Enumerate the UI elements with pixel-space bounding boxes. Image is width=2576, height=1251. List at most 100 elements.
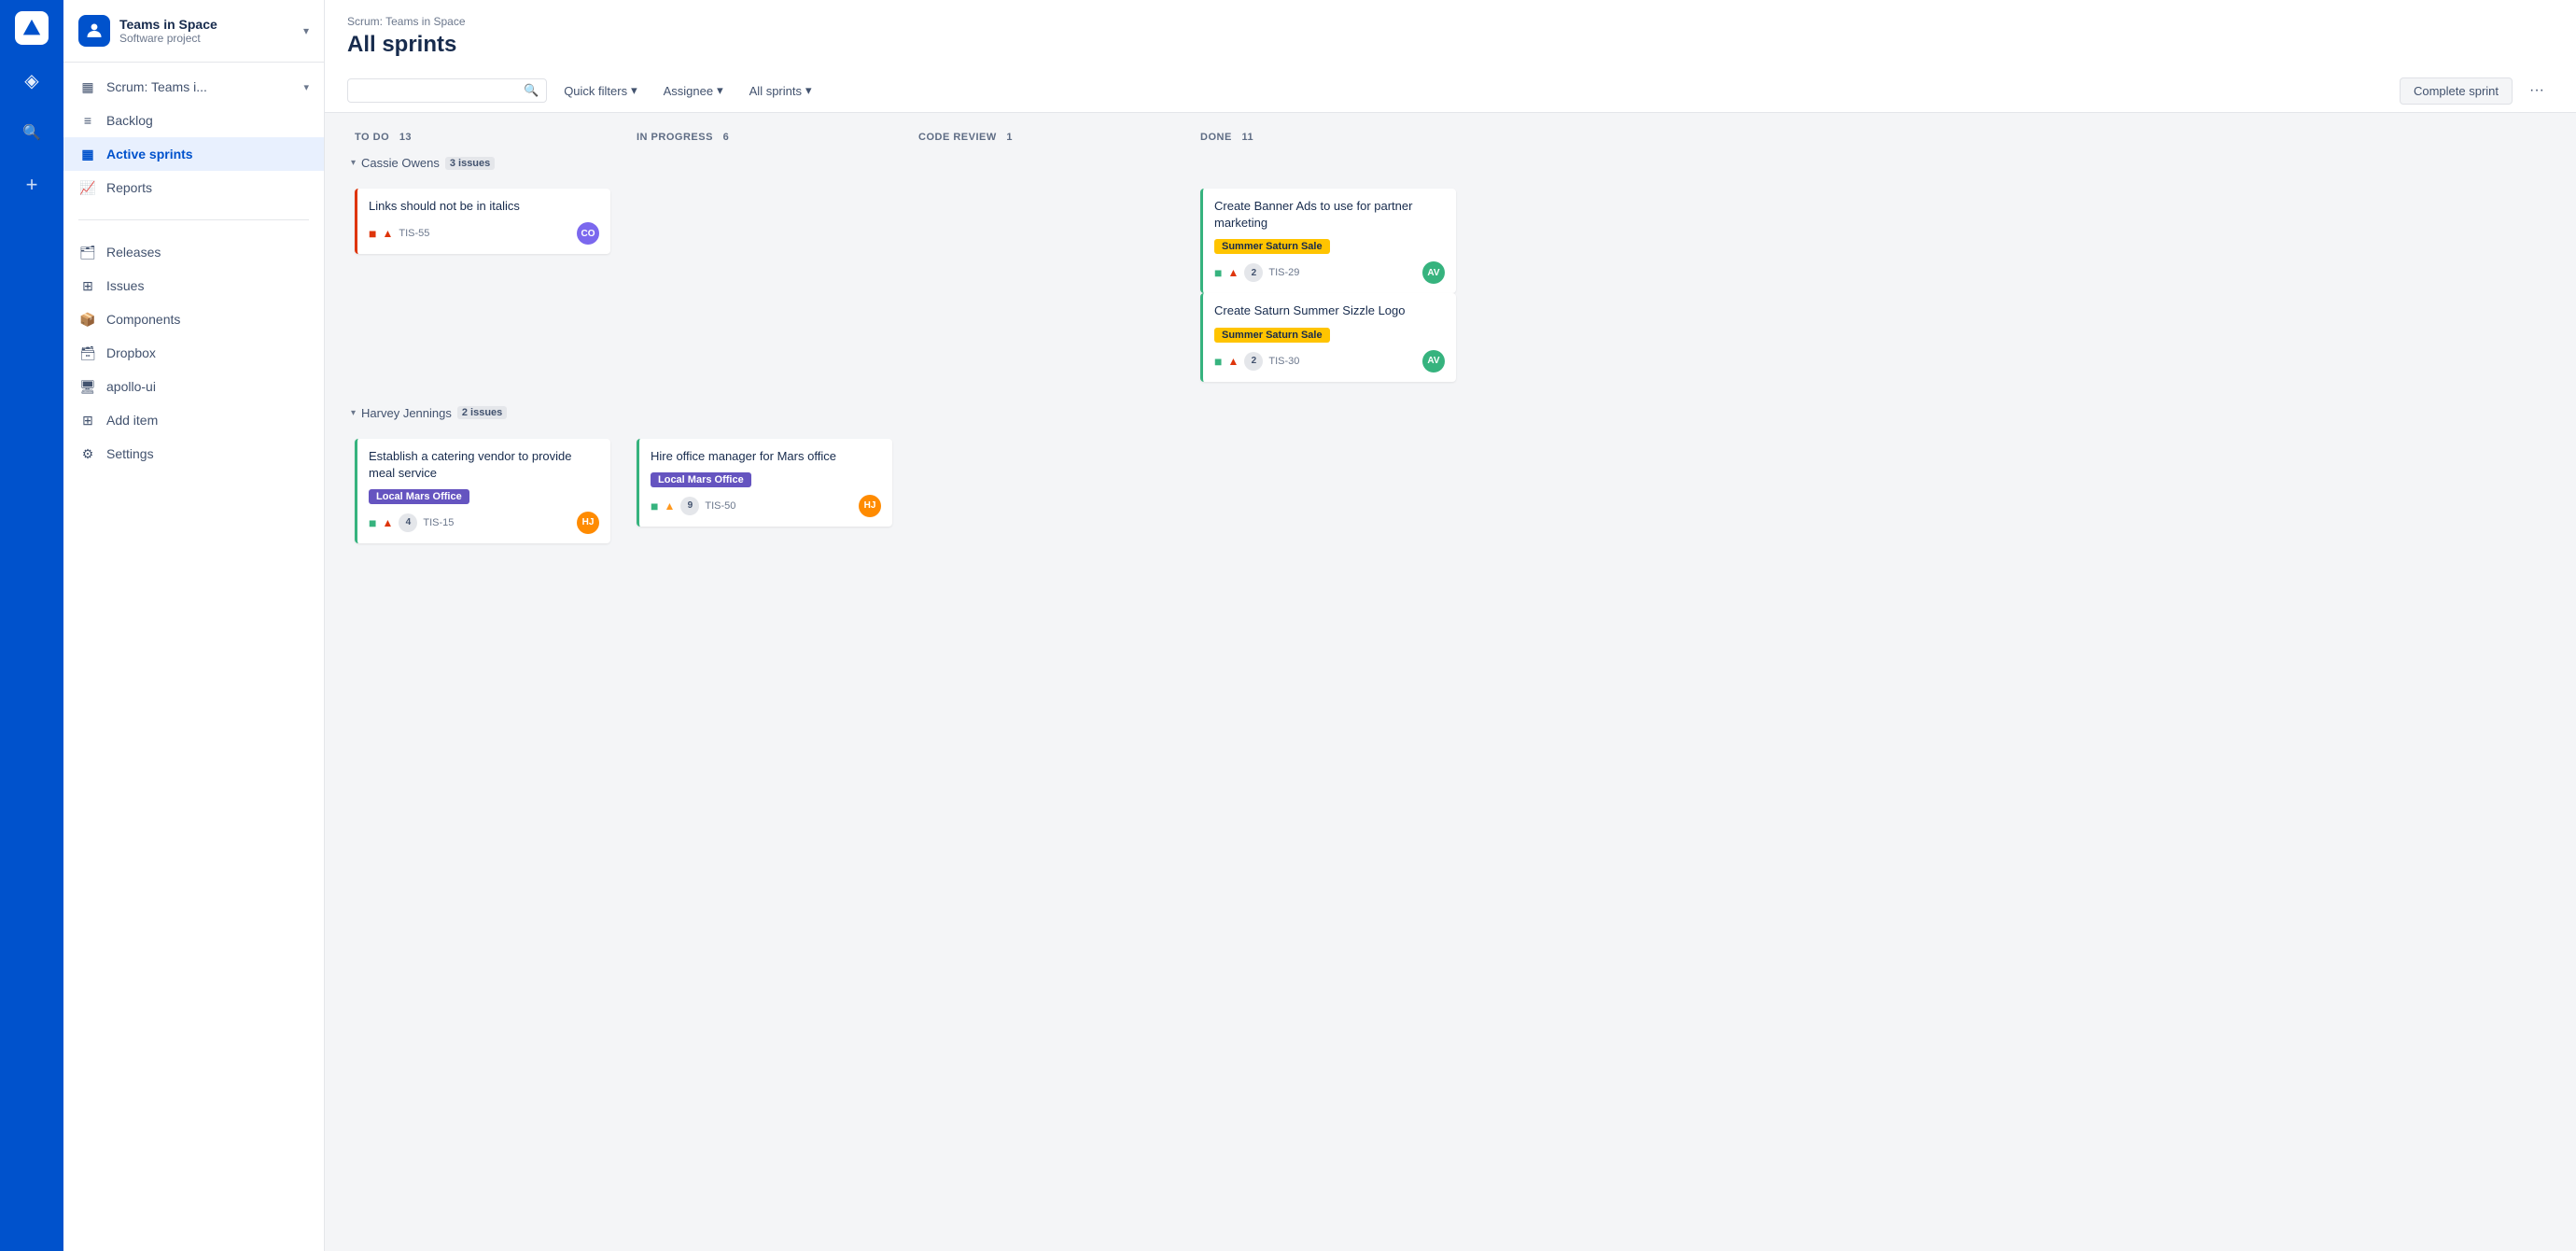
search-input[interactable] (356, 84, 520, 98)
card-TIS-29-avatar: AV (1422, 261, 1445, 284)
group-cassie-header[interactable]: ▾ Cassie Owens 3 issues (347, 150, 1463, 176)
card-TIS-15-avatar: HJ (577, 512, 599, 534)
cassie-done-body: Create Banner Ads to use for partner mar… (1193, 181, 1463, 389)
card-TIS-29-avatar-wrap: AV (1422, 261, 1445, 284)
story-icon-29: ■ (1214, 265, 1222, 280)
card-TIS-50-footer: ■ ▲ 9 TIS-50 HJ (651, 495, 881, 517)
card-TIS-30-title: Create Saturn Summer Sizzle Logo (1214, 302, 1445, 319)
sidebar-item-releases[interactable]: 🗂 Releases (63, 235, 324, 269)
harvey-done-body (1193, 431, 1463, 543)
story-icon-30: ■ (1214, 354, 1222, 369)
col-header-done: DONE 11 (1193, 128, 1463, 147)
sidebar-scrum-chevron: ▾ (303, 81, 309, 93)
card-TIS-50[interactable]: Hire office manager for Mars office Loca… (637, 439, 892, 527)
group-cassie: ▾ Cassie Owens 3 issues Links should not… (347, 150, 1463, 389)
card-TIS-29-count: 2 (1244, 263, 1263, 282)
create-icon[interactable]: + (15, 168, 49, 202)
dropbox-icon: 🗃 (78, 344, 97, 362)
cassie-codereview-body (911, 181, 1182, 293)
sidebar-item-components-label: Components (106, 312, 180, 327)
more-options-button[interactable]: ··· (2520, 77, 2554, 105)
card-TIS-50-id: TIS-50 (705, 500, 735, 512)
priority-high-icon-29: ▲ (1227, 266, 1239, 279)
sidebar-item-releases-label: Releases (106, 245, 161, 260)
group-harvey-chevron: ▾ (351, 408, 356, 418)
sidebar-nav-primary: ▦ Scrum: Teams i... ▾ ≡ Backlog ▦ Active… (63, 63, 324, 212)
card-TIS-29-title: Create Banner Ads to use for partner mar… (1214, 198, 1445, 232)
sprints-icon: ▦ (78, 145, 97, 163)
sidebar-item-active-sprints-label: Active sprints (106, 147, 193, 162)
card-TIS-50-tag: Local Mars Office (651, 471, 881, 487)
sidebar-chevron[interactable]: ▾ (303, 24, 309, 37)
complete-sprint-button[interactable]: Complete sprint (2400, 77, 2513, 105)
group-harvey-name: Harvey Jennings (361, 406, 452, 420)
quick-filters-chevron: ▾ (631, 83, 637, 98)
sidebar-item-scrum-label: Scrum: Teams i... (106, 79, 207, 94)
harvey-codereview-body (911, 431, 1182, 543)
add-icon: ⊞ (78, 411, 97, 429)
quick-filters-button[interactable]: Quick filters ▾ (554, 77, 646, 104)
sidebar-item-components[interactable]: 📦 Components (63, 302, 324, 336)
sidebar-item-reports-label: Reports (106, 180, 152, 195)
sidebar-item-add[interactable]: ⊞ Add item (63, 403, 324, 437)
sidebar-item-apollo[interactable]: 🖥 apollo-ui (63, 370, 324, 403)
bug-icon: ■ (369, 226, 376, 241)
sidebar-project-info: Teams in Space Software project (119, 17, 294, 45)
local-mars-tag-50: Local Mars Office (651, 472, 751, 487)
settings-icon: ⚙ (78, 444, 97, 463)
card-TIS-15-id: TIS-15 (423, 517, 454, 528)
all-sprints-button[interactable]: All sprints ▾ (740, 77, 821, 104)
summer-saturn-tag-30: Summer Saturn Sale (1214, 328, 1330, 343)
toolbar: 🔍 Quick filters ▾ Assignee ▾ All sprints… (347, 69, 2554, 112)
sidebar-item-backlog-label: Backlog (106, 113, 153, 128)
search-box[interactable]: 🔍 (347, 78, 547, 103)
card-TIS-15[interactable]: Establish a catering vendor to provide m… (355, 439, 610, 543)
card-TIS-55-footer: ■ ▲ TIS-55 CO (369, 222, 599, 245)
card-TIS-15-avatar-wrap: HJ (577, 512, 599, 534)
card-TIS-30-footer: ■ ▲ 2 TIS-30 AV (1214, 350, 1445, 372)
sidebar-item-issues-label: Issues (106, 278, 144, 293)
card-TIS-30-avatar-wrap: AV (1422, 350, 1445, 372)
group-harvey-header[interactable]: ▾ Harvey Jennings 2 issues (347, 401, 1463, 426)
local-mars-tag-15: Local Mars Office (369, 489, 469, 504)
card-TIS-55[interactable]: Links should not be in italics ■ ▲ TIS-5… (355, 189, 610, 254)
card-TIS-50-title: Hire office manager for Mars office (651, 448, 881, 465)
priority-medium-icon-50: ▲ (664, 499, 675, 513)
sidebar-nav-secondary: 🗂 Releases ⊞ Issues 📦 Components 🗃 Dropb… (63, 228, 324, 478)
search-icon[interactable]: 🔍 (15, 116, 49, 149)
project-avatar (78, 15, 110, 47)
card-TIS-30-avatar: AV (1422, 350, 1445, 372)
sidebar-item-reports[interactable]: 📈 Reports (63, 171, 324, 204)
apollo-icon: 🖥 (78, 377, 97, 396)
page-title: All sprints (347, 32, 2554, 58)
sidebar-item-settings[interactable]: ⚙ Settings (63, 437, 324, 471)
icon-bar: ◈ 🔍 + (0, 0, 63, 1251)
app-logo[interactable] (15, 11, 49, 45)
priority-high-icon-30: ▲ (1227, 355, 1239, 368)
sidebar-item-backlog[interactable]: ≡ Backlog (63, 104, 324, 137)
assignee-label: Assignee (664, 84, 713, 98)
home-icon[interactable]: ◈ (15, 63, 49, 97)
group-harvey-columns: Establish a catering vendor to provide m… (347, 431, 1463, 551)
sidebar-item-active-sprints[interactable]: ▦ Active sprints (63, 137, 324, 171)
sidebar-item-issues[interactable]: ⊞ Issues (63, 269, 324, 302)
sidebar-header: Teams in Space Software project ▾ (63, 0, 324, 63)
priority-high-icon: ▲ (382, 227, 393, 240)
harvey-todo-col: Establish a catering vendor to provide m… (347, 431, 618, 551)
story-icon-50: ■ (651, 499, 658, 513)
board: TO DO 13 IN PROGRESS 6 CODE REVIEW 1 DON… (325, 113, 2576, 1251)
group-cassie-columns: Links should not be in italics ■ ▲ TIS-5… (347, 181, 1463, 389)
sidebar-item-dropbox[interactable]: 🗃 Dropbox (63, 336, 324, 370)
assignee-button[interactable]: Assignee ▾ (654, 77, 733, 104)
components-icon: 📦 (78, 310, 97, 329)
sidebar-item-scrum[interactable]: ▦ Scrum: Teams i... ▾ (63, 70, 324, 104)
card-TIS-30[interactable]: Create Saturn Summer Sizzle Logo Summer … (1200, 293, 1456, 381)
board-icon: ▦ (78, 77, 97, 96)
assignee-chevron: ▾ (717, 83, 723, 98)
group-cassie-chevron: ▾ (351, 158, 356, 168)
card-TIS-29[interactable]: Create Banner Ads to use for partner mar… (1200, 189, 1456, 293)
card-TIS-30-count: 2 (1244, 352, 1263, 371)
breadcrumb: Scrum: Teams in Space (347, 15, 2554, 28)
col-header-codereview: CODE REVIEW 1 (911, 128, 1182, 147)
all-sprints-chevron: ▾ (805, 83, 812, 98)
